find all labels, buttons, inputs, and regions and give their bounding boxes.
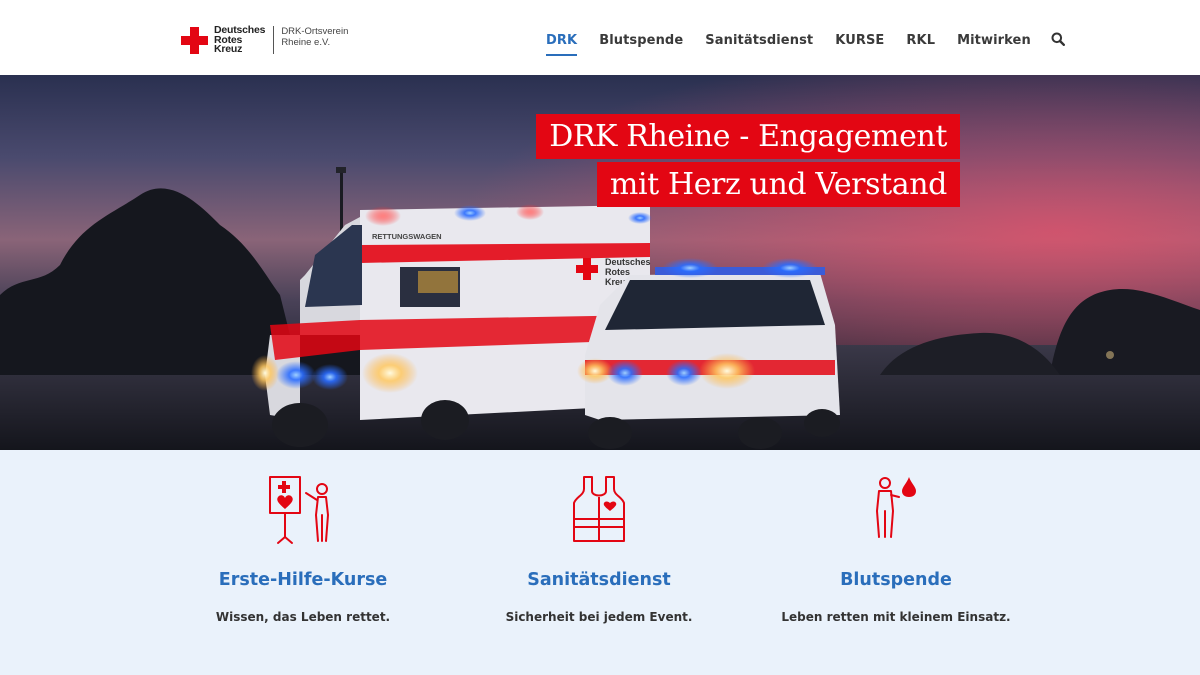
medic-vest-icon	[573, 476, 625, 542]
service-title: Sanitätsdienst	[527, 570, 671, 590]
first-aid-instructor-icon	[269, 476, 329, 544]
logo-org-name: DRK-Ortsverein Rheine e.V.	[281, 26, 349, 48]
service-title: Blutspende	[840, 570, 952, 590]
main-nav: DRK Blutspende Sanitätsdienst KURSE RKL …	[546, 32, 1067, 56]
search-icon[interactable]	[1051, 32, 1067, 48]
headline-line-1: DRK Rheine - Engagement	[536, 114, 960, 159]
drk-logo[interactable]: Deutsches Rotes Kreuz DRK-Ortsverein Rhe…	[181, 24, 349, 56]
hero-banner: Deutsches Rotes Kreuz RETTUNGSWAGEN DRK …	[0, 75, 1200, 450]
service-subtitle: Wissen, das Leben rettet.	[215, 610, 391, 624]
svg-text:Deutsches: Deutsches	[605, 257, 651, 267]
services-section: Erste-Hilfe-Kurse Wissen, das Leben rett…	[0, 450, 1200, 675]
service-subtitle: Sicherheit bei jedem Event.	[505, 610, 693, 624]
service-subtitle: Leben retten mit kleinem Einsatz.	[781, 610, 1011, 624]
nav-item-blutspende[interactable]: Blutspende	[599, 33, 683, 48]
nav-item-mitwirken[interactable]: Mitwirken	[957, 33, 1031, 48]
hero-headline: DRK Rheine - Engagement mit Herz und Ver…	[536, 114, 960, 210]
logo-divider	[273, 26, 275, 54]
nav-item-drk[interactable]: DRK	[546, 33, 578, 56]
nav-item-rkl[interactable]: RKL	[906, 33, 935, 48]
service-title: Erste-Hilfe-Kurse	[218, 570, 388, 590]
red-cross-icon	[181, 27, 208, 54]
svg-text:RETTUNGSWAGEN: RETTUNGSWAGEN	[372, 232, 442, 241]
nav-item-kurse[interactable]: KURSE	[835, 33, 884, 48]
logo-wordmark: Deutsches Rotes Kreuz	[214, 24, 266, 55]
site-header: Deutsches Rotes Kreuz DRK-Ortsverein Rhe…	[0, 0, 1200, 75]
headline-line-2: mit Herz und Verstand	[596, 162, 960, 207]
blood-donor-icon	[876, 477, 916, 538]
svg-text:Rotes: Rotes	[605, 267, 630, 277]
nav-item-sanitaetsdienst[interactable]: Sanitätsdienst	[705, 33, 813, 48]
